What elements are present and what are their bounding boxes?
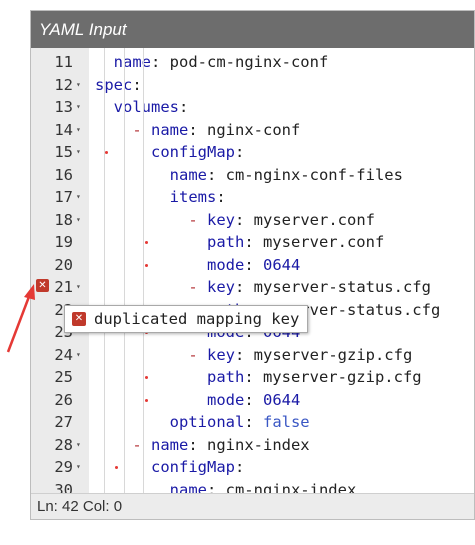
red-arrow-annotation: [6, 284, 35, 353]
